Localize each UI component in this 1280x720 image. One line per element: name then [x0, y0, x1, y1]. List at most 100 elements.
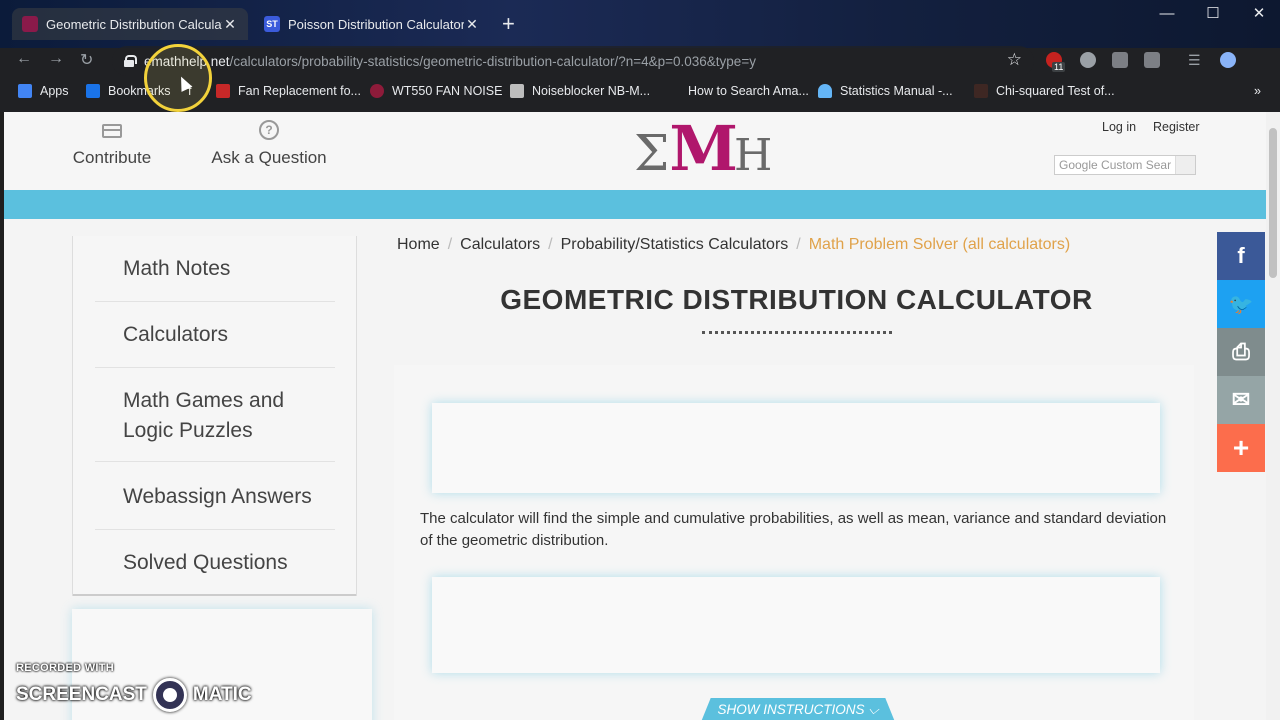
sidebar-item-label: Calculators: [123, 323, 229, 346]
tab-poisson-distribution[interactable]: ST Poisson Distribution Calculator ✕: [254, 8, 490, 40]
logo-m: M: [669, 112, 738, 185]
more-share-button[interactable]: +: [1217, 424, 1265, 472]
email-icon: ✉: [1231, 387, 1251, 412]
screencast-logo-icon: [152, 678, 187, 712]
tab-title: Poisson Distribution Calculator: [288, 16, 464, 32]
bookmark-label: Chi-squared Test of...: [996, 84, 1115, 98]
profile-avatar-icon[interactable]: [1220, 52, 1236, 68]
site-favicon-icon: [666, 84, 680, 98]
facebook-share-button[interactable]: f: [1217, 232, 1265, 280]
bookmark-label: Noiseblocker NB-M...: [532, 84, 651, 98]
webpage: Contribute ? Ask a Question Σ M H Log in…: [4, 112, 1266, 720]
tab-close-icon[interactable]: ✕: [464, 16, 480, 33]
bookmarks-overflow[interactable]: »: [1254, 84, 1261, 98]
bookmark-label: Fan Replacement fo...: [238, 84, 361, 98]
cloud-icon: [818, 84, 832, 98]
apps-grid-icon: [18, 84, 32, 98]
search-placeholder: Custom Sear: [1101, 158, 1172, 172]
screencast-o-matic-watermark: SCREENCAST MATIC: [16, 678, 252, 712]
tab-close-icon[interactable]: ✕: [222, 16, 238, 33]
bookmark-label: WT550 FAN NOISE: [392, 84, 503, 98]
reload-icon[interactable]: ↻: [80, 50, 93, 70]
contribute-link[interactable]: Contribute: [62, 120, 162, 168]
sidebar-item-math-games[interactable]: Math Games and Logic Puzzles: [95, 386, 335, 462]
extension-icon[interactable]: [1144, 52, 1160, 68]
page-scrollbar[interactable]: [1266, 112, 1280, 720]
bookmark-label: How to Search Ama...: [688, 84, 809, 98]
facebook-icon: f: [1237, 243, 1245, 268]
sidebar-item-label: Math Games and Logic Puzzles: [123, 389, 285, 442]
breadcrumb-home[interactable]: Home: [397, 236, 440, 253]
show-instructions-button[interactable]: SHOW INSTRUCTIONS ⌵: [701, 698, 895, 720]
calculator-description: The calculator will find the simple and …: [420, 510, 1167, 549]
bookmark-star-icon[interactable]: ☆: [1007, 50, 1022, 70]
credit-card-icon: [102, 124, 122, 138]
breadcrumb: Home / Calculators / Probability/Statistics …: [397, 236, 1070, 254]
site-favicon-icon: [216, 84, 230, 98]
st-favicon-icon: ST: [264, 16, 280, 32]
breadcrumb-separator: /: [796, 236, 801, 253]
breadcrumb-calculators[interactable]: Calculators: [460, 236, 540, 253]
extension-badge: 11: [1052, 62, 1066, 72]
search-icon[interactable]: [1175, 156, 1195, 174]
sidebar-item-math-notes[interactable]: Math Notes: [95, 254, 335, 302]
ad-box-top: [432, 403, 1160, 493]
logo-h: H: [734, 130, 773, 181]
page-icon: [510, 84, 524, 98]
google-brand: Google: [1059, 158, 1098, 172]
sidebar-item-label: Webassign Answers: [123, 485, 312, 508]
page-title: GEOMETRIC DISTRIBUTION CALCULATOR: [500, 284, 1093, 315]
ad-box-bottom: [432, 577, 1160, 673]
twitter-share-button[interactable]: 🐦: [1217, 280, 1265, 328]
star-folder-icon: [86, 84, 100, 98]
print-icon: ⎙: [1232, 339, 1250, 364]
bookmark-how-to-search[interactable]: How to Search Ama...: [666, 84, 809, 98]
watermark-recorded-with: RECORDED WITH: [16, 662, 115, 674]
bookmark-noiseblocker[interactable]: Noiseblocker NB-M...: [510, 84, 650, 98]
maximize-button[interactable]: ☐: [1190, 0, 1236, 26]
google-custom-search-input[interactable]: Google Custom Sear: [1054, 155, 1196, 175]
address-bar[interactable]: emathhelp.net/calculators/probability-st…: [112, 46, 1034, 76]
site-header: Contribute ? Ask a Question Σ M H Log in…: [4, 112, 1266, 190]
extension-icon[interactable]: [1112, 52, 1128, 68]
bookmark-statistics-manual[interactable]: Statistics Manual -...: [818, 84, 953, 98]
sidebar-item-label: Math Notes: [123, 257, 231, 280]
minimize-button[interactable]: —: [1144, 0, 1190, 26]
print-button[interactable]: ⎙: [1217, 328, 1265, 376]
sidebar-item-webassign[interactable]: Webassign Answers: [95, 482, 335, 530]
contribute-label: Contribute: [72, 148, 152, 167]
bookmark-label: Statistics Manual -...: [840, 84, 953, 98]
site-favicon-icon: [974, 84, 988, 98]
email-share-button[interactable]: ✉: [1217, 376, 1265, 424]
login-link[interactable]: Log in: [1102, 120, 1136, 134]
emathhelp-logo[interactable]: Σ M H: [634, 112, 773, 185]
forward-icon[interactable]: →: [48, 50, 64, 68]
url-text[interactable]: emathhelp.net/calculators/probability-st…: [144, 54, 756, 69]
logo-sigma: Σ: [634, 124, 670, 182]
back-icon[interactable]: ←: [16, 50, 32, 68]
bookmark-apps[interactable]: Apps: [18, 84, 69, 98]
scrollbar-thumb[interactable]: [1269, 128, 1277, 278]
register-link[interactable]: Register: [1153, 120, 1200, 134]
sidebar-item-calculators[interactable]: Calculators: [95, 320, 335, 368]
reading-list-icon[interactable]: ☰: [1188, 52, 1204, 68]
nav-band: [4, 190, 1266, 219]
bookmark-chi-squared[interactable]: Chi-squared Test of...: [974, 84, 1115, 98]
sidebar-item-solved-questions[interactable]: Solved Questions: [95, 548, 335, 596]
ask-question-link[interactable]: ? Ask a Question: [204, 120, 334, 168]
browser-tabstrip: Geometric Distribution Calculato ✕ ST Po…: [0, 0, 1280, 48]
ask-question-label: Ask a Question: [211, 148, 327, 167]
breadcrumb-probability-statistics[interactable]: Probability/Statistics Calculators: [561, 236, 789, 253]
new-tab-button[interactable]: +: [502, 12, 515, 36]
watermark-left: SCREENCAST: [16, 684, 147, 705]
question-icon: ?: [259, 120, 279, 140]
breadcrumb-separator: /: [447, 236, 453, 253]
extension-cloud-icon[interactable]: [1080, 52, 1096, 68]
watermark-right: MATIC: [192, 684, 252, 705]
bookmark-wt550[interactable]: WT550 FAN NOISE: [370, 84, 502, 98]
bookmark-fan-replacement[interactable]: Fan Replacement fo...: [216, 84, 361, 98]
lock-icon[interactable]: [124, 55, 137, 67]
breadcrumb-separator: /: [548, 236, 553, 253]
tab-geometric-distribution[interactable]: Geometric Distribution Calculato ✕: [12, 8, 248, 40]
close-window-button[interactable]: ✕: [1236, 0, 1280, 26]
